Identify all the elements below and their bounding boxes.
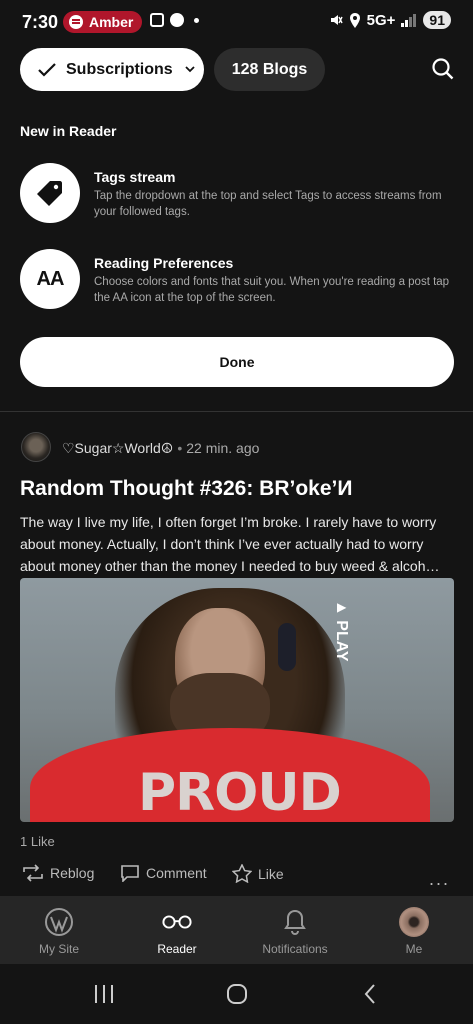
- nav-label: My Site: [38, 942, 79, 956]
- more-options-button[interactable]: ...: [429, 869, 450, 890]
- post-image[interactable]: PROUD ▲ PLAY: [20, 578, 454, 822]
- done-button[interactable]: Done: [20, 337, 454, 387]
- notification-icons: [150, 13, 199, 27]
- now-playing-label: Amber: [89, 14, 134, 30]
- glasses-icon: [161, 906, 193, 938]
- likes-count[interactable]: 1 Like: [20, 834, 55, 849]
- post-meta: ♡Sugar☆World☮ • 22 min. ago: [62, 440, 259, 457]
- new-in-reader-title: New in Reader: [20, 123, 117, 139]
- bottom-navigation: My Site Reader Notifications Me: [0, 896, 473, 964]
- like-button[interactable]: Like: [232, 864, 284, 883]
- reblog-label: Reblog: [50, 865, 95, 881]
- comment-label: Comment: [146, 865, 207, 881]
- spotify-status-icon: [170, 13, 184, 27]
- now-playing-pill[interactable]: Amber: [63, 11, 143, 33]
- post-excerpt[interactable]: The way I live my life, I often forget I…: [20, 511, 456, 577]
- comment-button[interactable]: Comment: [120, 864, 207, 882]
- aa-icon: AA: [36, 267, 65, 290]
- checkmark-icon: [38, 62, 56, 77]
- like-label: Like: [258, 865, 284, 882]
- home-button[interactable]: [217, 982, 257, 1006]
- chevron-down-icon: [185, 66, 195, 73]
- post-actions: Reblog Comment Like ...: [22, 864, 452, 890]
- tip-description: Choose colors and fonts that suit you. W…: [94, 276, 450, 304]
- tip-title: Reading Preferences: [94, 255, 234, 271]
- nav-my-site[interactable]: My Site: [0, 896, 118, 964]
- wordpress-icon: [43, 906, 75, 938]
- comment-icon: [121, 865, 139, 882]
- post-title[interactable]: Random Thought #326: BR’oke’И: [20, 477, 352, 501]
- recent-apps-icon: [95, 985, 113, 1003]
- tip-reading-preferences: AA Reading Preferences Choose colors and…: [20, 249, 460, 309]
- tip-title: Tags stream: [94, 169, 176, 185]
- image-play-text: ▲ PLAY: [333, 600, 350, 662]
- nav-me[interactable]: Me: [355, 896, 473, 964]
- tag-icon: [37, 181, 62, 206]
- subscriptions-dropdown[interactable]: Subscriptions: [20, 48, 204, 91]
- nav-label: Reader: [157, 942, 197, 956]
- back-icon: [364, 984, 375, 1004]
- blogs-count-label: 128 Blogs: [231, 60, 308, 78]
- recent-apps-button[interactable]: [84, 982, 124, 1006]
- spotify-icon: [69, 15, 83, 29]
- nav-label: Notifications: [262, 942, 328, 956]
- image-shirt-text: PROUD: [138, 763, 342, 822]
- location-icon: [349, 12, 360, 28]
- tip-icon-circle: [20, 163, 80, 223]
- reblog-button[interactable]: Reblog: [22, 864, 94, 882]
- back-button[interactable]: [350, 982, 390, 1006]
- meta-separator: •: [177, 440, 183, 456]
- done-label: Done: [219, 354, 255, 370]
- section-divider: [0, 411, 473, 412]
- bell-icon: [279, 906, 311, 938]
- blogs-count-button[interactable]: 128 Blogs: [214, 48, 325, 91]
- author-avatar[interactable]: [21, 432, 51, 462]
- nav-reader[interactable]: Reader: [118, 896, 236, 964]
- tip-description: Tap the dropdown at the top and select T…: [94, 190, 442, 218]
- search-icon: [432, 58, 454, 80]
- post-time: 22 min. ago: [186, 440, 260, 456]
- avatar: [399, 907, 429, 937]
- more-notifications-icon: [194, 17, 199, 23]
- image-headphone: [278, 623, 296, 671]
- me-avatar-wrap: [398, 906, 430, 938]
- tip-icon-circle: AA: [20, 249, 80, 309]
- nav-label: Me: [405, 942, 423, 956]
- star-icon: [232, 864, 252, 883]
- system-status: 5G+ 91: [329, 11, 451, 29]
- mute-icon: [330, 15, 343, 25]
- reblog-icon: [23, 864, 43, 882]
- screenshot-icon: [150, 13, 164, 27]
- system-navigation: [0, 964, 473, 1024]
- subscriptions-label: Subscriptions: [66, 60, 173, 78]
- status-time: 7:30: [22, 12, 59, 32]
- status-bar: 7:30 Amber 5G+ 91: [0, 0, 473, 44]
- tip-tags-stream: Tags stream Tap the dropdown at the top …: [20, 163, 460, 223]
- search-button[interactable]: [430, 56, 456, 82]
- author-name[interactable]: ♡Sugar☆World☮: [62, 440, 173, 456]
- nav-notifications[interactable]: Notifications: [236, 896, 354, 964]
- battery-level: 91: [423, 11, 451, 29]
- signal-icon: [401, 14, 417, 27]
- home-icon: [227, 984, 247, 1004]
- network-type: 5G+: [366, 11, 396, 29]
